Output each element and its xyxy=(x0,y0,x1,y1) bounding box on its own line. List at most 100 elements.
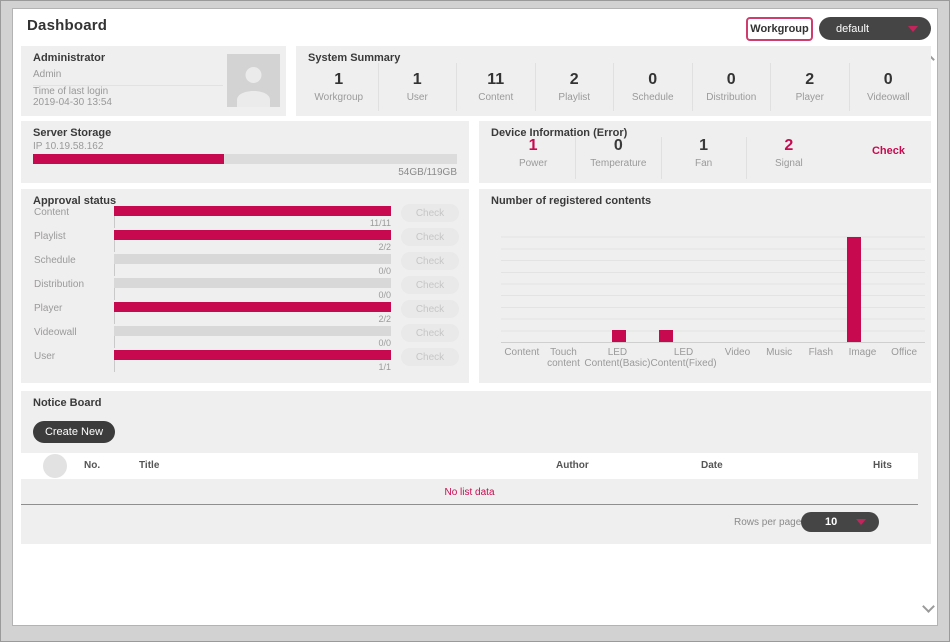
approval-progress-bar xyxy=(114,326,391,336)
chart-plot-area xyxy=(501,226,925,343)
admin-username: Admin xyxy=(33,69,223,86)
device-item-label: Power xyxy=(519,158,547,169)
device-item-signal: 2Signal xyxy=(746,137,831,179)
approval-row-label: Content xyxy=(34,207,69,218)
summary-item-value: 1 xyxy=(334,71,343,89)
approval-row-label: Playlist xyxy=(34,231,66,242)
notice-table-header: No. Title Author Date Hits xyxy=(21,453,918,479)
approval-progress-bar xyxy=(114,302,391,312)
storage-progress-fill xyxy=(33,154,224,164)
chart-category-label: Video xyxy=(717,347,759,369)
notice-board-title: Notice Board xyxy=(33,397,101,409)
chart-column xyxy=(689,226,736,342)
last-login-time: 2019-04-30 13:54 xyxy=(33,97,112,108)
summary-item-schedule: 0 Schedule xyxy=(613,63,692,111)
server-storage-title: Server Storage xyxy=(33,127,111,139)
approval-check-button[interactable]: Check xyxy=(401,204,459,222)
chevron-down-icon xyxy=(856,519,866,525)
summary-item-label: Distribution xyxy=(706,92,756,103)
summary-item-value: 2 xyxy=(570,71,579,89)
last-login-label: Time of last login xyxy=(33,86,108,97)
device-item-value: 1 xyxy=(529,137,538,155)
summary-item-value: 0 xyxy=(884,71,893,89)
chart-category-labels: ContentTouchcontentLEDContent(Basic)LEDC… xyxy=(501,347,925,369)
approval-row-label: Schedule xyxy=(34,255,76,266)
approval-check-button[interactable]: Check xyxy=(401,348,459,366)
column-header-hits: Hits xyxy=(873,460,892,471)
chart-bar xyxy=(659,330,673,342)
approval-progress-value: 0/0 xyxy=(114,264,391,276)
approval-status-panel: Approval status Content 11/11 Check Playlis… xyxy=(21,189,469,383)
column-header-no: No. xyxy=(84,460,100,471)
chart-column xyxy=(831,226,878,342)
approval-status-title: Approval status xyxy=(33,195,116,207)
chart-bar xyxy=(612,330,626,342)
summary-item-label: Schedule xyxy=(632,92,674,103)
chart-column xyxy=(784,226,831,342)
chart-category-label: Flash xyxy=(800,347,842,369)
device-item-temperature: 0 Temperature xyxy=(575,137,660,179)
chart-category-label: LEDContent(Fixed) xyxy=(650,347,716,369)
device-item-label: Fan xyxy=(695,158,712,169)
rows-per-page-value: 10 xyxy=(825,516,837,528)
rows-per-page-label: Rows per page xyxy=(734,517,801,528)
approval-check-button[interactable]: Check xyxy=(401,324,459,342)
device-information-panel: Device Information (Error) 1Power0Temper… xyxy=(479,121,931,183)
chart-bar xyxy=(847,237,861,342)
summary-item-label: Content xyxy=(478,92,513,103)
chevron-down-icon xyxy=(908,26,918,32)
approval-progress-bar xyxy=(114,254,391,264)
approval-progress-value: 11/11 xyxy=(114,216,391,228)
summary-item-label: Playlist xyxy=(558,92,590,103)
system-summary-panel: System Summary 1Workgroup1User11Content2… xyxy=(296,46,931,116)
approval-check-button[interactable]: Check xyxy=(401,300,459,318)
chart-column xyxy=(501,226,548,342)
workgroup-select[interactable]: default xyxy=(819,17,931,40)
chart-category-label: Music xyxy=(758,347,800,369)
approval-progress-value: 1/1 xyxy=(114,360,391,372)
chart-title: Number of registered contents xyxy=(491,195,651,207)
device-item-fan: 1 Fan xyxy=(661,137,746,179)
device-item-label: Temperature xyxy=(590,158,646,169)
device-check-link[interactable]: Check xyxy=(872,145,905,157)
scroll-down-icon[interactable] xyxy=(922,600,935,613)
workgroup-button[interactable]: Workgroup xyxy=(746,17,813,41)
chart-column xyxy=(878,226,925,342)
workgroup-select-value: default xyxy=(836,23,869,35)
approval-row-label: User xyxy=(34,351,55,362)
summary-item-content: 11Content xyxy=(456,63,535,111)
approval-check-button[interactable]: Check xyxy=(401,228,459,246)
summary-item-user: 1User xyxy=(378,63,457,111)
approval-row-label: Videowall xyxy=(34,327,77,338)
approval-progress-bar xyxy=(114,278,391,288)
device-item-value: 1 xyxy=(699,137,708,155)
notice-select-circle xyxy=(43,454,67,478)
approval-check-button[interactable]: Check xyxy=(401,276,459,294)
administrator-title: Administrator xyxy=(33,52,105,64)
summary-item-player: 2Player xyxy=(770,63,849,111)
device-item-value: 0 xyxy=(614,137,623,155)
page-title: Dashboard xyxy=(27,17,107,34)
table-separator xyxy=(21,504,918,505)
approval-progress-bar xyxy=(114,350,391,360)
rows-per-page-select[interactable]: 10 xyxy=(801,512,879,532)
chart-category-label: Content xyxy=(501,347,543,369)
summary-item-workgroup: 1Workgroup xyxy=(300,63,378,111)
approval-progress-value: 0/0 xyxy=(114,336,391,348)
summary-item-value: 0 xyxy=(648,71,657,89)
device-item-value: 2 xyxy=(784,137,793,155)
chart-category-label: LEDContent(Basic) xyxy=(584,347,650,369)
server-storage-panel: Server Storage IP 10.19.58.162 54GB/119G… xyxy=(21,121,469,183)
summary-item-value: 0 xyxy=(727,71,736,89)
storage-progress-track xyxy=(33,154,457,164)
chart-category-label: Touchcontent xyxy=(543,347,585,369)
chart-category-label: Image xyxy=(842,347,884,369)
chart-column xyxy=(595,226,642,342)
create-new-button[interactable]: Create New xyxy=(33,421,115,443)
server-ip: IP 10.19.58.162 xyxy=(33,141,103,152)
approval-progress-value: 2/2 xyxy=(114,240,391,252)
approval-check-button[interactable]: Check xyxy=(401,252,459,270)
summary-item-distribution: 0 Distribution xyxy=(692,63,771,111)
summary-item-value: 2 xyxy=(805,71,814,89)
registered-contents-chart-panel: Number of registered contents ContentTou… xyxy=(479,189,931,383)
